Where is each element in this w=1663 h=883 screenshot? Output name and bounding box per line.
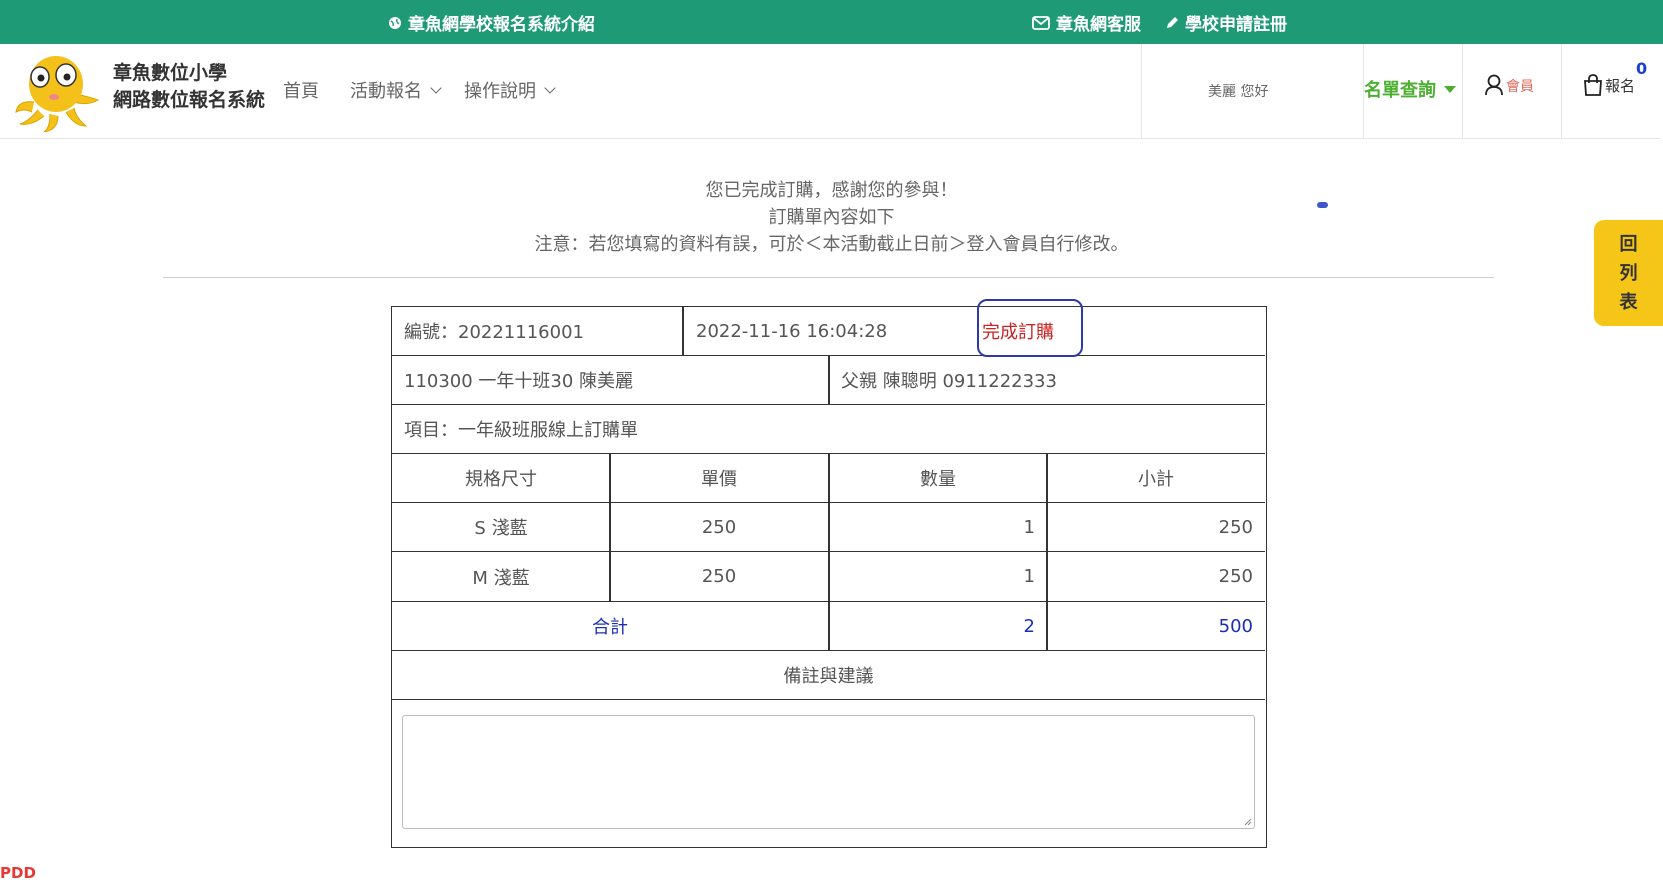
status-highlight <box>977 299 1083 357</box>
back-to-list-tab[interactable]: 回列表 <box>1594 220 1663 326</box>
member-label: 會員 <box>1506 79 1534 95</box>
order-number: 編號：20221116001 <box>404 322 584 343</box>
column-header: 數量 <box>920 469 956 490</box>
completion-message: 您已完成訂購，感謝您的參與！ <box>705 180 958 201</box>
table-row: M 淺藍 250 1 250 <box>392 552 1265 602</box>
table-row: S 淺藍 250 1 250 <box>392 503 1265 552</box>
member-link[interactable]: 會員 <box>1484 74 1534 96</box>
subtotal-cell: 250 <box>1218 566 1253 587</box>
item-row: 項目：一年級班服線上訂購單 <box>392 405 1265 454</box>
order-content-message: 訂購單內容如下 <box>768 207 895 228</box>
total-label: 合計 <box>592 617 628 638</box>
order-item: 項目：一年級班服線上訂購單 <box>404 420 638 441</box>
pencil-icon <box>1167 16 1178 28</box>
qty-cell: 1 <box>1023 566 1035 587</box>
cart-count-badge: 0 <box>1636 59 1648 78</box>
student-row: 110300 一年十班30 陳美麗 父親 陳聰明 0911222333 <box>392 356 1265 405</box>
resize-grip-icon[interactable] <box>1242 816 1252 826</box>
chevron-down-icon <box>544 81 556 94</box>
octopus-logo-icon[interactable] <box>14 50 100 132</box>
order-header-row: 編號：20221116001 2022-11-16 16:04:28 完成訂購 <box>392 299 1265 357</box>
customer-service-link[interactable]: 章魚網客服 <box>1032 10 1141 35</box>
order-table: 編號：20221116001 2022-11-16 16:04:28 完成訂購 … <box>391 299 1267 848</box>
system-intro-link[interactable]: 章魚網學校報名系統介紹 <box>388 10 595 35</box>
spec-cell: M 淺藍 <box>472 567 530 589</box>
total-row: 合計 2 500 <box>392 602 1265 651</box>
student-info: 110300 一年十班30 陳美麗 <box>404 371 634 392</box>
chevron-down-icon <box>430 81 442 94</box>
nav-activity-registration[interactable]: 活動報名 <box>350 77 442 103</box>
brand-title[interactable]: 章魚數位小學 網路數位報名系統 <box>113 60 265 114</box>
spec-cell: S 淺藍 <box>474 518 528 539</box>
nav-home-label: 首頁 <box>283 81 319 102</box>
user-icon <box>1485 74 1503 96</box>
column-header: 規格尺寸 <box>465 469 537 490</box>
pdd-text: PDD <box>0 864 36 882</box>
notes-textarea[interactable] <box>402 715 1255 829</box>
envelope-icon <box>1032 15 1050 30</box>
school-register-label: 學校申請註冊 <box>1185 15 1287 35</box>
pdd-watermark: PDD <box>0 864 36 882</box>
user-greeting: 美麗 您好 <box>1208 84 1269 100</box>
notes-header-row: 備註與建議 <box>392 651 1265 700</box>
nav-instructions[interactable]: 操作說明 <box>464 77 556 103</box>
nav-instructions-label: 操作說明 <box>464 81 536 102</box>
nav-activity-label: 活動報名 <box>350 81 422 102</box>
qty-cell: 1 <box>1023 516 1035 538</box>
column-header: 小計 <box>1138 469 1174 490</box>
nav-home[interactable]: 首頁 <box>283 77 319 103</box>
table-header-row: 規格尺寸 單價 數量 小計 <box>392 454 1265 503</box>
divider <box>163 277 1494 278</box>
order-datetime: 2022-11-16 16:04:28 <box>696 320 888 342</box>
brand-line-2: 網路數位報名系統 <box>113 89 266 111</box>
price-cell: 250 <box>701 566 737 587</box>
back-to-list-label: 回列表 <box>1619 234 1638 313</box>
shopping-bag-icon <box>1584 74 1602 96</box>
column-header: 單價 <box>701 469 737 490</box>
guardian-info: 父親 陳聰明 0911222333 <box>841 371 1057 392</box>
top-bar: 章魚網學校報名系統介紹 章魚網客服 學校申請註冊 <box>0 0 1663 44</box>
notes-label: 備註與建議 <box>783 666 874 687</box>
site-header: 章魚數位小學 網路數位報名系統 首頁 活動報名 操作說明 美麗 您好 名單查詢 … <box>0 44 1660 139</box>
globe-icon <box>389 16 401 29</box>
total-amount: 500 <box>1218 615 1253 637</box>
total-qty: 2 <box>1023 615 1035 637</box>
signup-label: 報名 <box>1605 77 1636 95</box>
caret-down-icon <box>1444 85 1456 93</box>
price-cell: 250 <box>701 516 737 538</box>
annotation-mark <box>1317 202 1328 208</box>
list-query-label: 名單查詢 <box>1364 80 1436 101</box>
edit-notice-message: 注意：若您填寫的資料有誤，可於＜本活動截止日前＞登入會員自行修改。 <box>534 234 1129 255</box>
school-register-link[interactable]: 學校申請註冊 <box>1165 10 1287 35</box>
system-intro-label: 章魚網學校報名系統介紹 <box>408 15 595 35</box>
brand-line-1: 章魚數位小學 <box>113 62 228 84</box>
signup-cart-link[interactable]: 報名 <box>1583 74 1635 96</box>
subtotal-cell: 250 <box>1218 516 1253 538</box>
customer-service-label: 章魚網客服 <box>1056 15 1141 35</box>
list-query-dropdown[interactable]: 名單查詢 <box>1364 76 1456 102</box>
